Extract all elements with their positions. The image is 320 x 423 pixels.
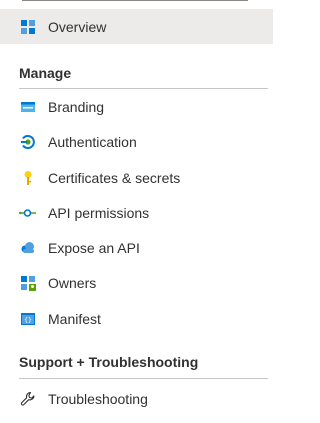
overview-grid-icon <box>19 18 36 35</box>
nav-item-troubleshooting[interactable]: Troubleshooting <box>0 381 273 416</box>
branding-icon <box>19 98 36 115</box>
nav-item-authentication[interactable]: Authentication <box>0 124 273 159</box>
nav-label-troubleshooting: Troubleshooting <box>48 390 148 407</box>
nav-label-authentication: Authentication <box>48 133 137 150</box>
nav-item-overview[interactable]: Overview <box>0 9 273 44</box>
nav-item-certificates-secrets[interactable]: Certificates & secrets <box>0 160 273 195</box>
nav-item-owners[interactable]: Owners <box>0 265 273 300</box>
section-divider-support <box>19 378 268 379</box>
nav-label-overview: Overview <box>48 18 107 35</box>
nav-item-branding[interactable]: Branding <box>0 89 273 124</box>
nav-item-expose-an-api[interactable]: Expose an API <box>0 230 273 265</box>
nav-item-api-permissions[interactable]: API permissions <box>0 195 273 230</box>
authentication-icon <box>19 133 36 150</box>
owners-icon <box>19 274 36 291</box>
manifest-icon: {} <box>19 310 36 327</box>
key-icon <box>19 169 36 186</box>
nav-item-manifest[interactable]: {} Manifest <box>0 301 273 336</box>
nav-label-branding: Branding <box>48 98 105 115</box>
nav-label-manifest: Manifest <box>48 310 101 327</box>
nav-label-certificates-secrets: Certificates & secrets <box>48 169 181 186</box>
section-header-manage: Manage <box>19 65 72 81</box>
svg-text:{}: {} <box>24 316 32 324</box>
nav-label-expose-an-api: Expose an API <box>48 239 140 256</box>
wrench-icon <box>19 390 36 407</box>
api-permissions-icon <box>19 204 36 221</box>
nav-label-owners: Owners <box>48 274 97 291</box>
top-divider <box>22 0 248 1</box>
section-header-support-troubleshooting: Support + Troubleshooting <box>19 354 199 370</box>
nav-label-api-permissions: API permissions <box>48 204 150 221</box>
cloud-icon <box>19 239 36 256</box>
